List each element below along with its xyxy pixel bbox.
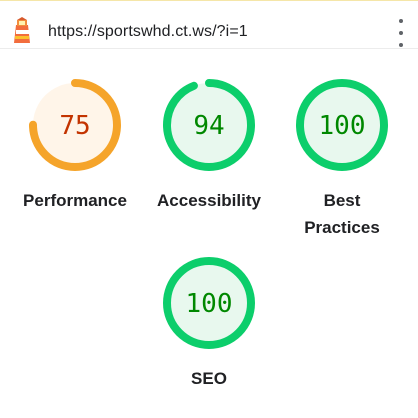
gauge-score: 94 (193, 111, 224, 141)
gauge-score: 75 (59, 111, 90, 141)
gauge-label: Accessibility (157, 191, 261, 210)
page-url[interactable]: https://sportswhd.ct.ws/?i=1 (48, 23, 248, 41)
gauge-label: Best Practices (304, 191, 380, 237)
gauge-accessibility[interactable]: 94 Accessibility (144, 77, 274, 214)
gauge-performance[interactable]: 75 Performance (10, 77, 140, 214)
gauge-label: SEO (191, 369, 227, 388)
report-topbar: https://sportswhd.ct.ws/?i=1 (0, 1, 418, 49)
gauge-ring: 100 (296, 79, 388, 171)
gauge-best-practices[interactable]: 100 Best Practices (277, 77, 407, 241)
gauge-ring: 75 (29, 79, 121, 171)
kebab-menu-icon[interactable] (394, 19, 408, 47)
gauge-label: Performance (23, 191, 127, 210)
gauge-score: 100 (186, 289, 233, 319)
lighthouse-icon (14, 17, 30, 43)
gauge-ring: 94 (163, 79, 255, 171)
report-frame: https://sportswhd.ct.ws/?i=1 75 Performa… (0, 0, 418, 418)
gauge-score: 100 (319, 111, 366, 141)
gauge-ring: 100 (163, 257, 255, 349)
gauge-seo[interactable]: 100 SEO (144, 255, 274, 392)
